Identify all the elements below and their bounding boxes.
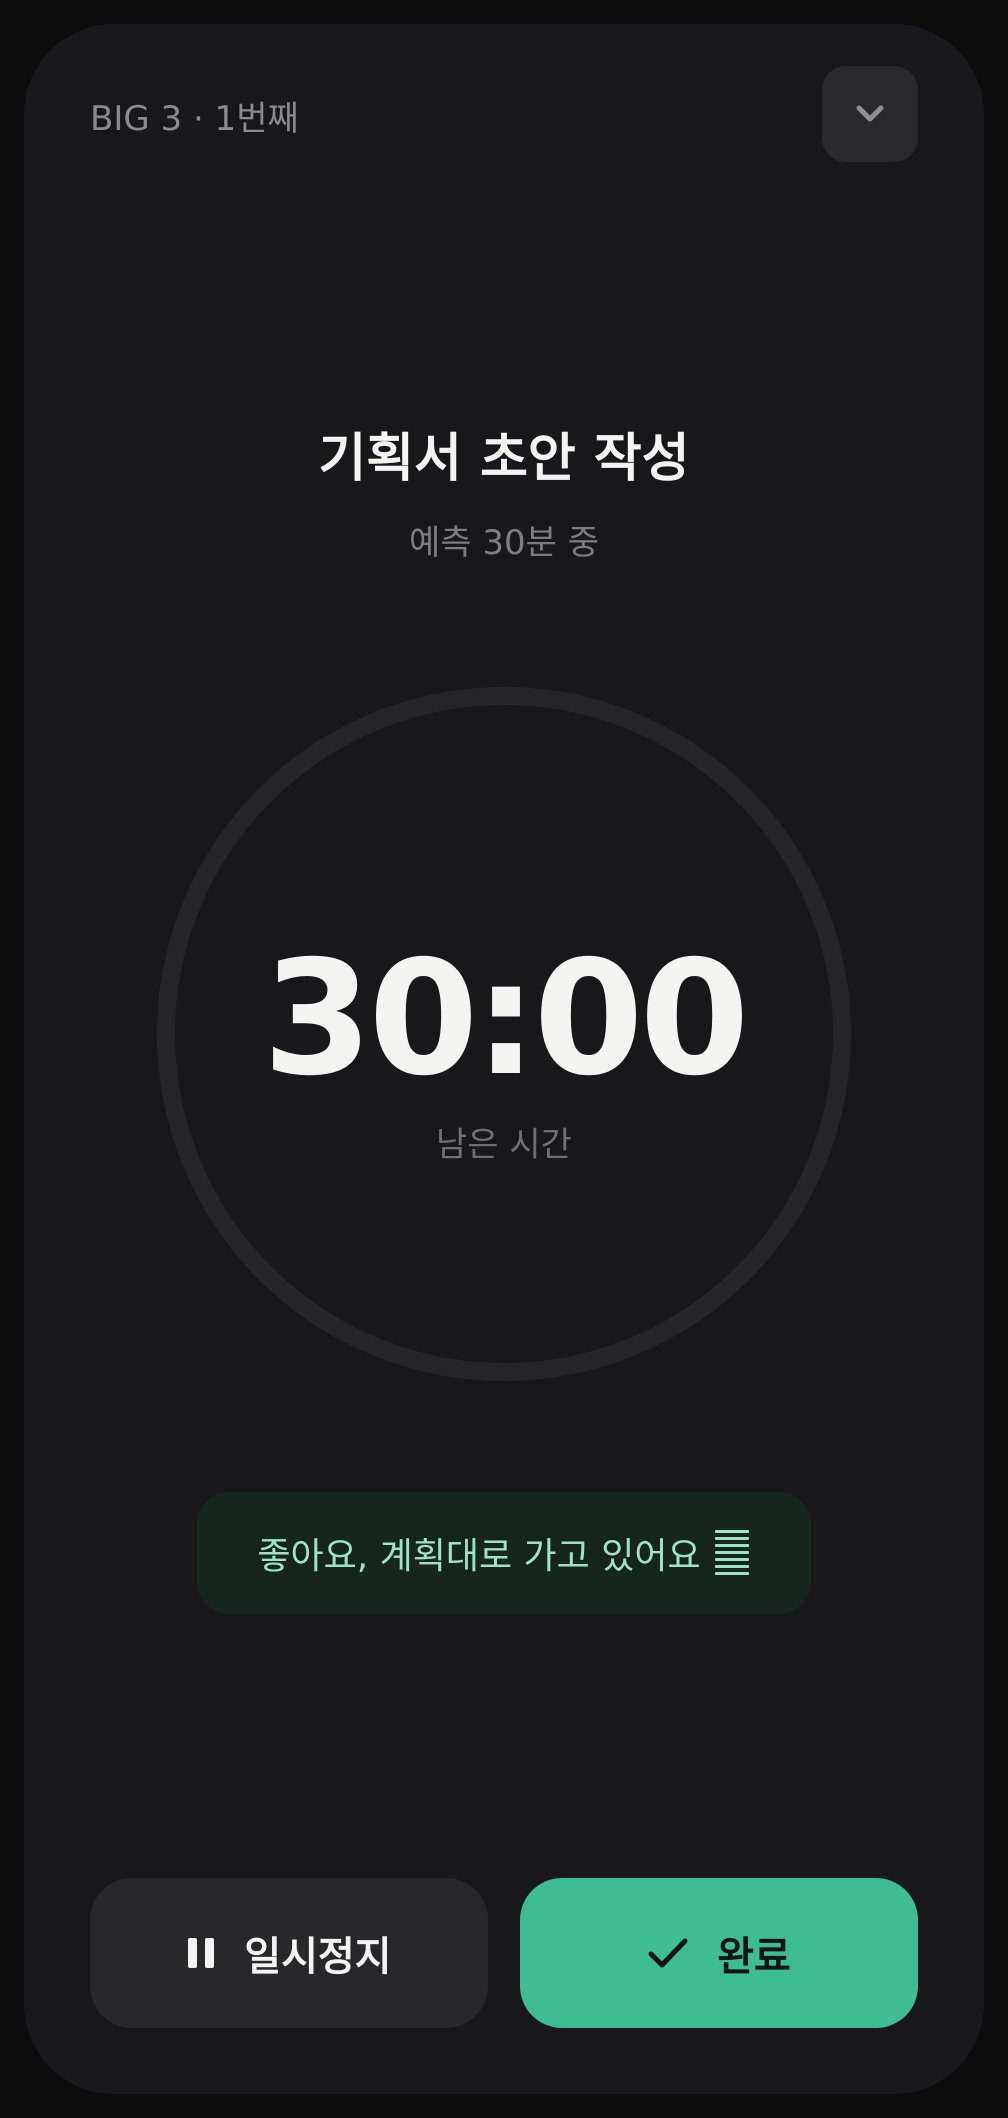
task-estimate: 예측 30분 중 [409, 523, 599, 563]
flow-lines-icon [714, 1530, 749, 1575]
collapse-button[interactable] [822, 66, 918, 162]
timer-card: BIG 3 · 1번째 기획서 초안 작성 예측 30분 중 30:00 남은 … [24, 24, 984, 2094]
done-button-label: 완료 [717, 1934, 791, 1980]
pause-button-label: 일시정지 [244, 1934, 392, 1980]
task-rank-label: BIG 3 · 1번째 [90, 99, 299, 139]
status-message-text: 좋아요, 계획대로 가고 있어요 [257, 1536, 701, 1577]
timer-label: 남은 시간 [436, 1125, 572, 1165]
task-title: 기획서 초안 작성 [318, 429, 690, 489]
status-message: 좋아요, 계획대로 가고 있어요 [197, 1492, 811, 1614]
done-button[interactable]: 완료 [520, 1878, 918, 2028]
chevron-down-icon [856, 105, 884, 122]
pause-icon [188, 1938, 215, 1968]
pause-button[interactable]: 일시정지 [90, 1878, 488, 2028]
timer-display: 30:00 [262, 927, 750, 1111]
check-icon [648, 1938, 688, 1968]
